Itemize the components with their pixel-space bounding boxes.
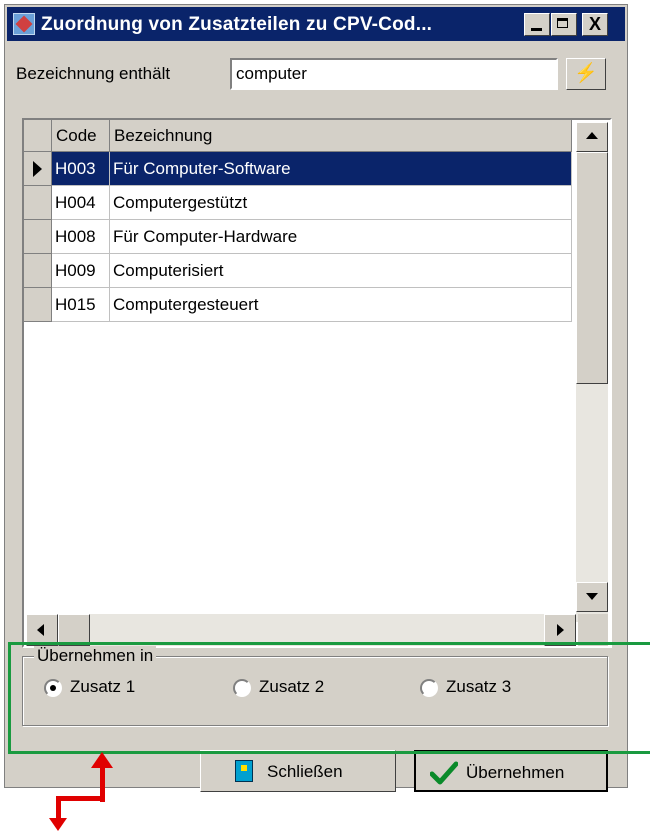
filter-label: Bezeichnung enthält — [16, 64, 171, 83]
cell-name[interactable]: Computergestützt — [110, 186, 572, 220]
annotation-arrow-down-icon — [49, 818, 67, 831]
row-indicator-header — [24, 120, 52, 152]
vertical-scroll-thumb[interactable] — [576, 152, 608, 384]
scroll-down-button[interactable] — [576, 582, 608, 612]
table-row[interactable]: H004 Computergestützt — [24, 186, 572, 220]
title-bar[interactable]: Zuordnung von Zusatzteilen zu CPV-Cod...… — [7, 7, 625, 41]
annotation-arrow-line — [56, 796, 105, 801]
cell-name[interactable]: Für Computer-Hardware — [110, 220, 572, 254]
code-grid[interactable]: Code Bezeichnung H003 Für Computer-Softw… — [22, 118, 612, 648]
vertical-scrollbar[interactable] — [576, 122, 608, 622]
maximize-button[interactable] — [551, 13, 577, 36]
table-row[interactable]: H015 Computergesteuert — [24, 288, 572, 322]
cell-code[interactable]: H009 — [52, 254, 110, 288]
row-indicator — [24, 288, 52, 322]
door-icon — [235, 760, 253, 782]
current-row-indicator — [24, 152, 52, 186]
close-icon: X — [588, 14, 601, 34]
close-window-button[interactable]: X — [582, 13, 608, 36]
minimize-button[interactable] — [524, 13, 550, 36]
cell-name[interactable]: Computergesteuert — [110, 288, 572, 322]
filter-input[interactable] — [230, 58, 558, 90]
apply-button-label: Übernehmen — [466, 763, 565, 782]
grid-header: Code Bezeichnung — [24, 120, 572, 152]
filter-apply-button[interactable]: ⚡ — [566, 58, 606, 90]
close-button-label: Schließen — [267, 762, 343, 781]
row-indicator — [24, 220, 52, 254]
column-header-bezeichnung[interactable]: Bezeichnung — [110, 120, 572, 152]
cell-name[interactable]: Für Computer-Software — [110, 152, 572, 186]
scroll-up-button[interactable] — [576, 122, 608, 152]
window-title: Zuordnung von Zusatzteilen zu CPV-Cod... — [41, 14, 433, 35]
cell-code[interactable]: H015 — [52, 288, 110, 322]
annotation-highlight-frame — [8, 642, 650, 754]
table-row[interactable]: H008 Für Computer-Hardware — [24, 220, 572, 254]
table-row[interactable]: H003 Für Computer-Software — [24, 152, 572, 186]
cell-code[interactable]: H004 — [52, 186, 110, 220]
cell-code[interactable]: H008 — [52, 220, 110, 254]
table-row[interactable]: H009 Computerisiert — [24, 254, 572, 288]
app-icon — [13, 13, 35, 35]
column-header-code[interactable]: Code — [52, 120, 110, 152]
cell-code[interactable]: H003 — [52, 152, 110, 186]
apply-button[interactable]: Übernehmen — [414, 750, 608, 792]
close-button[interactable]: Schließen — [200, 750, 396, 792]
cell-name[interactable]: Computerisiert — [110, 254, 572, 288]
row-indicator — [24, 186, 52, 220]
checkmark-icon — [430, 761, 458, 785]
lightning-icon: ⚡ — [574, 63, 598, 84]
row-indicator — [24, 254, 52, 288]
